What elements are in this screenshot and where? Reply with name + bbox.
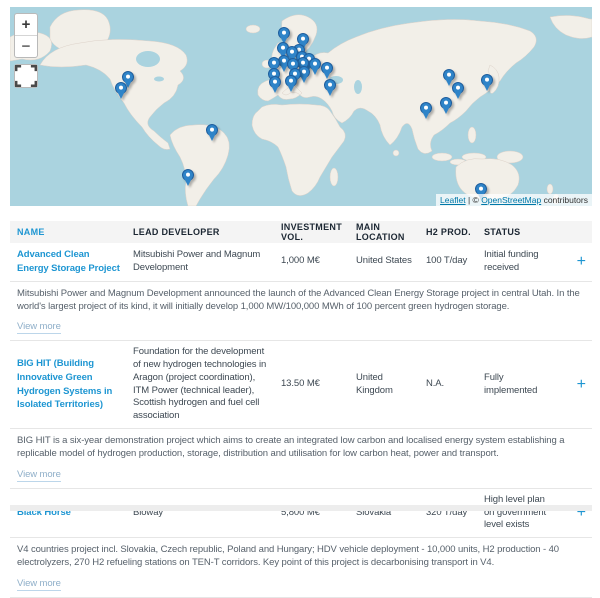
map-marker[interactable] <box>182 169 194 181</box>
project-row: Black HorseBioway5,800 M€Slovakia320 T/d… <box>10 489 592 538</box>
fullscreen-icon <box>15 65 37 87</box>
expand-row-button[interactable]: + <box>577 254 586 270</box>
projects-table: NAME LEAD DEVELOPER INVESTMENT VOL. MAIN… <box>10 221 592 598</box>
project-name-link[interactable]: Advanced Clean Energy Storage Project <box>17 249 120 274</box>
map-zoom-control: + − <box>14 13 38 58</box>
status-cell: High level plan on government level exis… <box>484 494 564 532</box>
map-marker[interactable] <box>115 82 127 94</box>
project-name-cell: BIG HIT (Building Innovative Green Hydro… <box>17 357 133 412</box>
project-row: Advanced Clean Energy Storage Project Mit… <box>10 243 592 282</box>
zoom-out-button[interactable]: − <box>15 36 37 57</box>
attribution-suffix: contributors <box>544 195 588 205</box>
project-description: Mitsubishi Power and Magnum Development … <box>17 287 588 314</box>
expand-cell: + <box>564 254 592 270</box>
location-cell: United States <box>356 255 426 268</box>
project-row: BIG HIT (Building Innovative Green Hydro… <box>10 341 592 429</box>
project-description: V4 countries project incl. Slovakia, Cze… <box>17 543 588 570</box>
map-marker[interactable] <box>321 62 333 74</box>
column-header-name[interactable]: NAME <box>17 227 133 237</box>
project-description-row: Mitsubishi Power and Magnum Development … <box>10 282 592 342</box>
map-marker[interactable] <box>324 79 336 91</box>
column-header-lead-developer[interactable]: LEAD DEVELOPER <box>133 227 281 237</box>
h2-prod-cell: 100 T/day <box>426 255 484 268</box>
map-marker[interactable] <box>122 71 134 83</box>
next-section-edge <box>10 505 592 511</box>
expand-cell: + <box>564 377 592 393</box>
h2-prod-cell: N.A. <box>426 378 484 391</box>
fullscreen-button[interactable] <box>14 64 38 88</box>
map-marker[interactable] <box>452 82 464 94</box>
leaflet-link[interactable]: Leaflet <box>440 195 466 205</box>
map-marker[interactable] <box>440 97 452 109</box>
map-marker[interactable] <box>206 124 218 136</box>
view-more-link[interactable]: View more <box>17 578 61 591</box>
status-cell: Initial funding received <box>484 249 564 275</box>
status-cell: Fully implemented <box>484 372 564 398</box>
projects-table-body: Advanced Clean Energy Storage Project Mit… <box>10 243 592 598</box>
view-more-link[interactable]: View more <box>17 321 61 334</box>
investment-cell: 1,000 M€ <box>281 255 356 268</box>
map-marker[interactable] <box>420 102 432 114</box>
table-header-row: NAME LEAD DEVELOPER INVESTMENT VOL. MAIN… <box>10 221 592 243</box>
map-marker[interactable] <box>309 58 321 70</box>
map-marker[interactable] <box>285 75 297 87</box>
column-header-h2-prod[interactable]: H2 PROD. <box>426 227 484 237</box>
investment-cell: 13.50 M€ <box>281 378 356 391</box>
project-description-row: BIG HIT is a six-year demonstration proj… <box>10 429 592 489</box>
column-header-main-location[interactable]: MAIN LOCATION <box>356 222 426 242</box>
project-name-cell: Advanced Clean Energy Storage Project <box>17 248 133 276</box>
column-header-investment-vol[interactable]: INVESTMENT VOL. <box>281 222 356 242</box>
project-name-link[interactable]: BIG HIT (Building Innovative Green Hydro… <box>17 358 112 410</box>
location-cell: United Kingdom <box>356 372 426 398</box>
zoom-in-button[interactable]: + <box>15 14 37 36</box>
map-marker[interactable] <box>278 27 290 39</box>
view-more-link[interactable]: View more <box>17 469 61 482</box>
project-description-row: V4 countries project incl. Slovakia, Cze… <box>10 538 592 598</box>
copyright-symbol: © <box>473 195 479 205</box>
expand-row-button[interactable]: + <box>577 377 586 393</box>
map-attribution: Leaflet | © OpenStreetMap contributors <box>436 194 592 206</box>
map-marker[interactable] <box>481 74 493 86</box>
openstreetmap-link[interactable]: OpenStreetMap <box>481 195 541 205</box>
project-description: BIG HIT is a six-year demonstration proj… <box>17 434 588 461</box>
attribution-separator: | <box>468 195 470 205</box>
lead-developer-cell: Mitsubishi Power and Magnum Development <box>133 249 281 275</box>
lead-developer-cell: Foundation for the development of new hy… <box>133 346 281 423</box>
column-header-status[interactable]: STATUS <box>484 227 564 237</box>
map-marker[interactable] <box>443 69 455 81</box>
map-marker[interactable] <box>269 76 281 88</box>
